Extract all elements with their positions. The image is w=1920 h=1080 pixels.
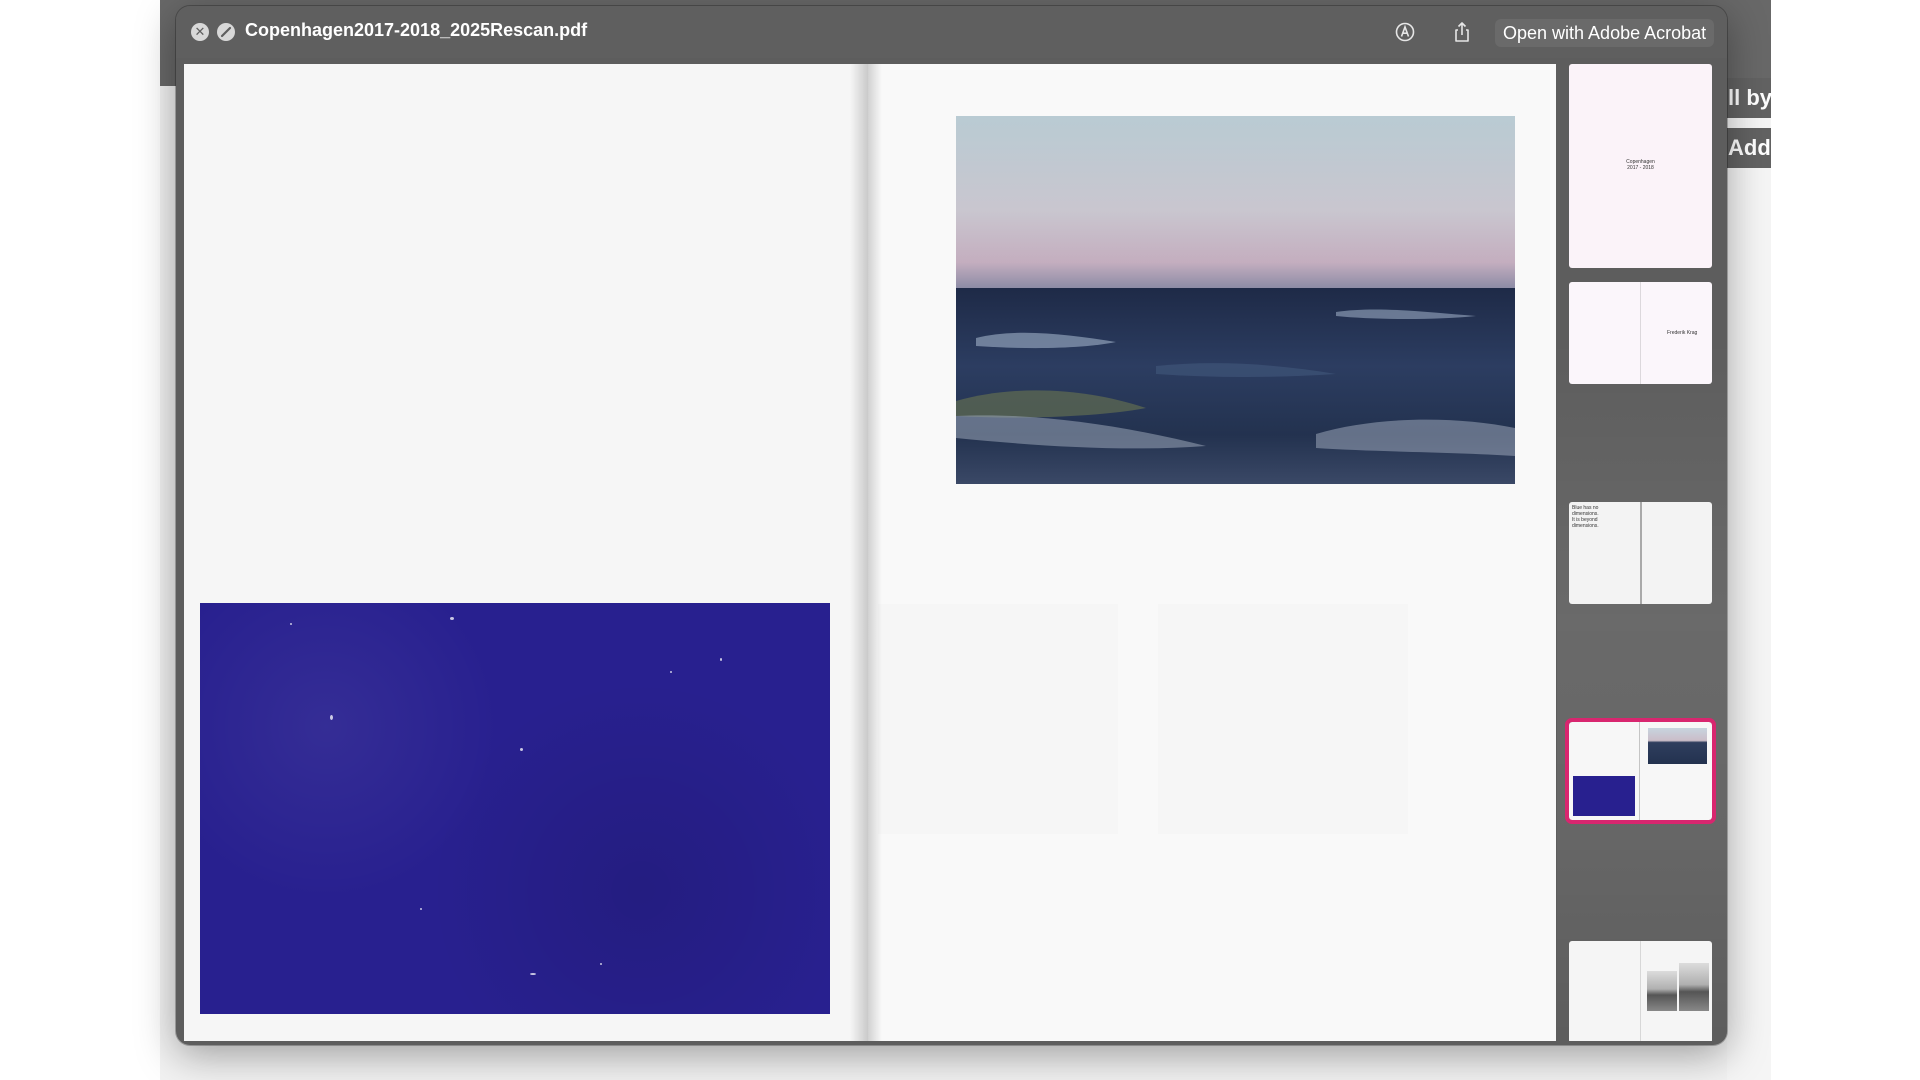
blue-monochrome-image <box>200 603 830 1014</box>
background-app-panel <box>1727 86 1771 1080</box>
thumbnail-blue-image <box>1573 776 1635 816</box>
thumbnail-sea-image <box>1648 728 1707 764</box>
faint-show-through <box>1158 604 1408 834</box>
page-thumbnail-5[interactable] <box>1569 941 1712 1041</box>
sea-photograph <box>956 116 1515 484</box>
faint-show-through <box>878 604 1118 834</box>
thumbnail-cover-title: Copenhagen 2017 - 2018 <box>1626 159 1655 171</box>
thumbnail-quote-text: Blue has no dimensions. It is beyond dim… <box>1572 505 1599 529</box>
markup-icon[interactable] <box>1393 20 1417 44</box>
thumbnail-photo <box>1647 971 1677 1011</box>
minimize-icon[interactable] <box>217 23 235 41</box>
background-app-add-button-fragment[interactable]: Add <box>1724 128 1771 168</box>
page-thumbnail-2[interactable]: Frederik Krag <box>1569 282 1712 384</box>
thumbnail-sidebar[interactable]: Copenhagen 2017 - 2018 Frederik Krag Blu… <box>1557 58 1727 1041</box>
title-bar: ✕ Copenhagen2017-2018_2025Rescan.pdf Ope… <box>176 6 1727 58</box>
open-with-adobe-acrobat-button[interactable]: Open with Adobe Acrobat <box>1495 19 1715 47</box>
share-icon[interactable] <box>1450 20 1474 44</box>
thumbnail-photo <box>1679 963 1709 1011</box>
document-title: Copenhagen2017-2018_2025Rescan.pdf <box>245 20 588 40</box>
pdf-page-left <box>184 64 868 1041</box>
quick-look-window: ✕ Copenhagen2017-2018_2025Rescan.pdf Ope… <box>176 6 1727 1045</box>
page-thumbnail-1[interactable]: Copenhagen 2017 - 2018 <box>1569 64 1712 268</box>
page-thumbnail-4-selected[interactable] <box>1565 718 1716 824</box>
thumbnail-author-label: Frederik Krag <box>1667 330 1698 336</box>
page-thumbnail-3[interactable]: Blue has no dimensions. It is beyond dim… <box>1569 502 1712 604</box>
pdf-page-viewer[interactable] <box>184 58 1557 1041</box>
close-icon[interactable]: ✕ <box>191 23 209 41</box>
pdf-page-right <box>868 64 1556 1041</box>
background-app-label-fragment: ll by <box>1724 78 1771 118</box>
